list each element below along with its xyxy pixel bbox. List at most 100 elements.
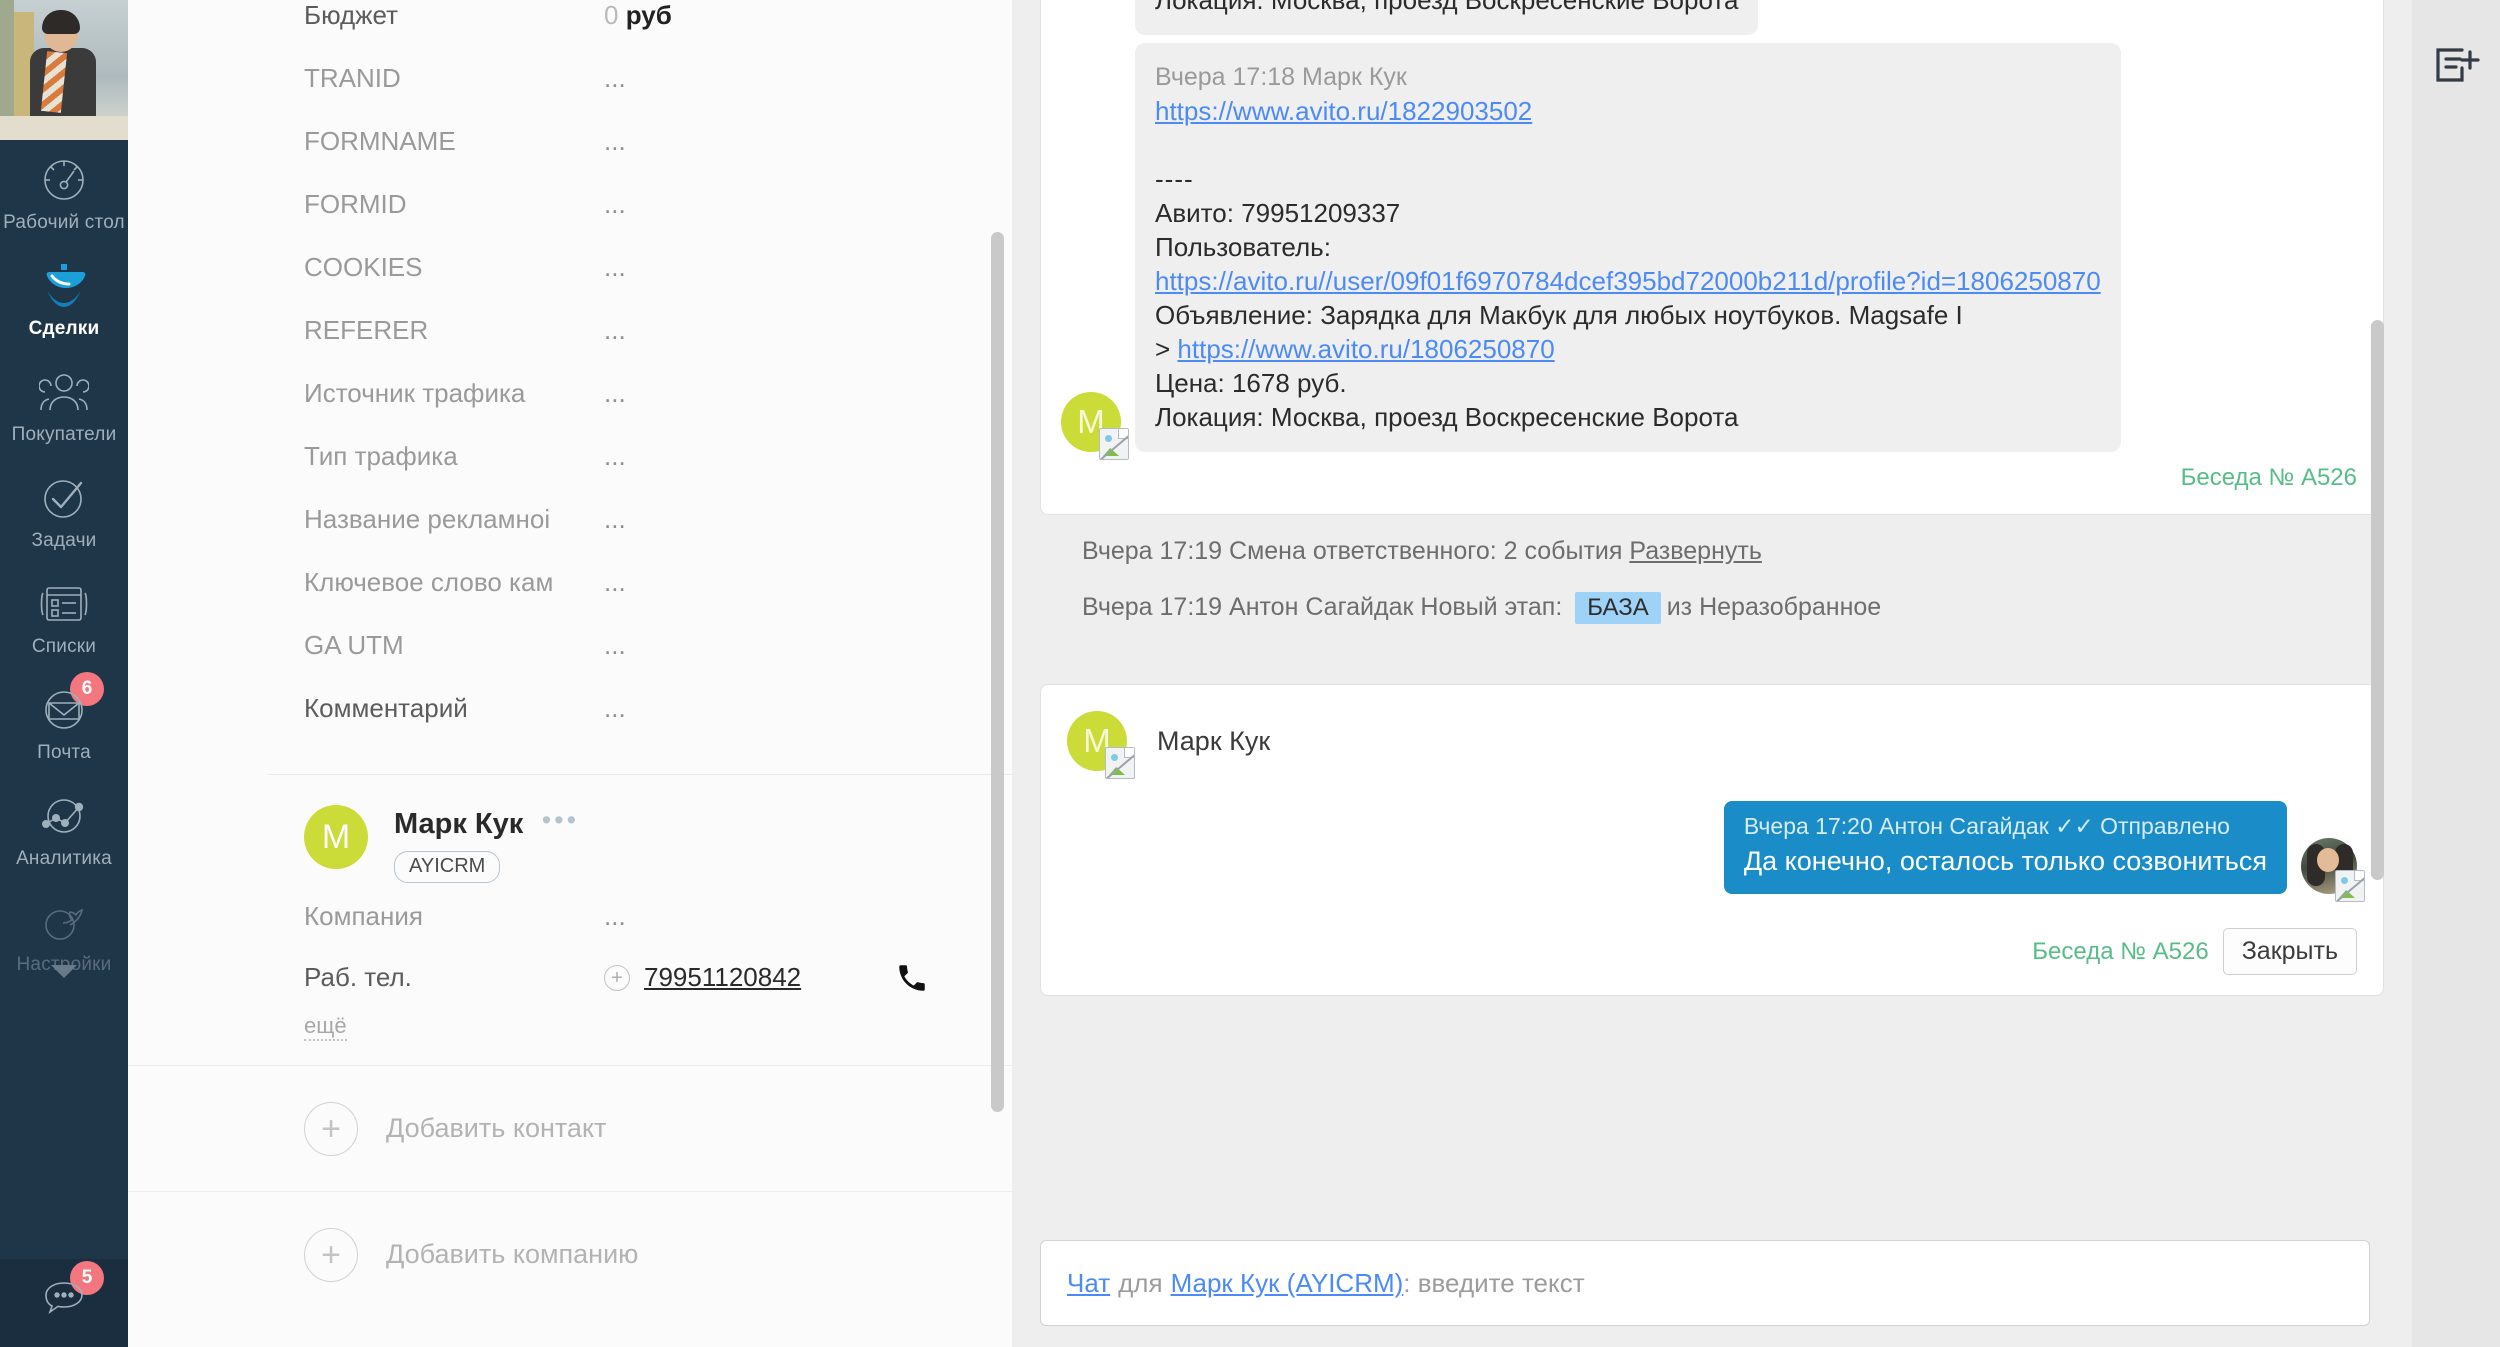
field-label: Название рекламноі [304,504,551,534]
field-value: ... [604,315,626,345]
add-company-row[interactable]: + Добавить компанию [128,1191,1012,1317]
chat-mode-link[interactable]: Чат [1067,1268,1110,1299]
add-phone-icon[interactable]: + [604,964,630,991]
field-label: Компания [304,901,423,931]
contact-menu-icon[interactable]: ••• [542,805,579,836]
deal-details-panel: Бюджет 0 руб TRANID ... FORMNAME ... FOR… [128,0,1012,1347]
show-more-link[interactable]: ещё [304,1013,347,1041]
field-label: TRANID [304,63,401,93]
field-label: Комментарий [304,693,468,723]
broken-image-icon [2335,870,2365,902]
field-row-company[interactable]: Компания ... [128,883,1012,946]
field-row-formid[interactable]: FORMID ... [128,189,1012,252]
sidebar-item-mail[interactable]: 6 Почта [0,670,128,776]
chevron-down-icon [51,965,77,978]
sidebar-item-analytics[interactable]: Аналитика [0,776,128,882]
field-row-work-phone[interactable]: Раб. тел. + 79951120842 [128,946,1012,1009]
composer-placeholder: : введите текст [1403,1267,1585,1298]
field-row-referer[interactable]: REFERER ... [128,315,1012,378]
field-row-formname[interactable]: FORMNAME ... [128,126,1012,189]
listing-link[interactable]: https://www.avito.ru/1806250870 [1177,334,1554,364]
card-footer: Беседа № A526 Закрыть [1067,928,2357,975]
field-row-campaign-keyword[interactable]: Ключевое слово кам ... [128,567,1012,630]
expand-link[interactable]: Развернуть [1629,537,1762,565]
sidebar-item-settings[interactable]: Настройки [0,882,128,988]
field-label: Ключевое слово кам [304,567,554,597]
add-note-icon[interactable] [2430,42,2482,93]
add-contact-label: Добавить контакт [386,1113,607,1143]
field-value: ... [604,126,626,156]
budget-amount: 0 [604,0,619,30]
sidebar-chat-section: 5 [0,1259,128,1347]
phone-number-link[interactable]: 79951120842 [644,962,801,993]
outgoing-message-row: Вчера 17:20 Антон Сагайдак ✓✓ Отправлено… [1067,801,2365,902]
add-contact-row[interactable]: + Добавить контакт [128,1065,1012,1191]
feed-card-stack: M Марк Кук Вчера 17:20 Антон Сагайдак ✓✓… [1040,684,2384,996]
field-row-ga-utm[interactable]: GA UTM ... [128,630,1012,693]
event-responsible-change: Вчера 17:19 Смена ответственного: 2 собы… [1082,537,2412,566]
avito-link[interactable]: https://www.avito.ru/1822903502 [1155,96,1532,126]
field-value: ... [604,504,626,534]
contact-header: M Марк Кук ••• AYICRM [128,775,1012,883]
message-location: Локация: Москва, проезд Воскресенские Во… [1155,0,1739,15]
mail-icon [36,684,92,736]
chat-composer[interactable]: Чат для Марк Кук (AYICRM) : введите текс… [1040,1240,2370,1326]
field-row-traffic-type[interactable]: Тип трафика ... [128,441,1012,504]
panel-scrollbar[interactable] [991,232,1004,1112]
field-value: ... [604,63,626,93]
message-bubble: Вчера 17:18 Марк Кук https://www.avito.r… [1135,43,2121,452]
field-value: ... [604,252,626,282]
sidebar-item-deals[interactable]: Сделки [0,246,128,352]
message-price: Цена: 1678 руб. [1155,368,1347,398]
field-value: ... [604,567,626,597]
sidebar-item-customers[interactable]: Покупатели [0,352,128,458]
event-text: Вчера 17:19 Антон Сагайдак Новый этап: [1082,593,1570,621]
field-row-campaign-name[interactable]: Название рекламноі ... [128,504,1012,567]
budget-unit: руб [625,0,672,30]
profile-link[interactable]: https://avito.ru//user/09f01f6970784dcef… [1155,266,2101,296]
sidebar-item-label: Почта [37,742,91,763]
field-value: ... [604,630,626,660]
sidebar-item-tasks[interactable]: Задачи [0,458,128,564]
quote-chevron: > [1155,334,1171,364]
conversation-label: Беседа № A526 [2180,464,2357,491]
feed-scrollbar[interactable] [2371,320,2384,880]
system-events: Вчера 17:19 Смена ответственного: 2 собы… [1012,515,2412,656]
deals-icon [36,260,92,312]
message-location: Локация: Москва, проезд Воскресенские Во… [1155,402,1739,432]
field-row-traffic-source[interactable]: Источник трафика ... [128,378,1012,441]
settings-icon [36,896,92,948]
outgoing-meta: Вчера 17:20 Антон Сагайдак ✓✓ Отправлено [1743,813,2230,839]
sidebar-item-dashboard[interactable]: Рабочий стол [0,140,128,246]
field-row-budget[interactable]: Бюджет 0 руб [128,0,1012,63]
user-photo [0,0,128,140]
close-button[interactable]: Закрыть [2222,928,2357,975]
custom-fields-list: Бюджет 0 руб TRANID ... FORMNAME ... FOR… [128,0,1012,756]
contact-name[interactable]: Марк Кук [394,808,523,841]
broken-image-icon [1099,428,1129,460]
composer-contact-link[interactable]: Марк Кук (AYICRM) [1171,1268,1404,1299]
message-separator: ---- [1155,164,1194,194]
phone-call-icon[interactable] [895,961,929,995]
sidebar-item-lists[interactable]: Списки [0,564,128,670]
field-label: Тип трафика [304,441,458,471]
composer-for-word: для [1118,1267,1163,1298]
sidebar-item-label: Сделки [28,318,100,339]
field-row-cookies[interactable]: COOKIES ... [128,252,1012,315]
contact-tag[interactable]: AYICRM [394,851,501,883]
analytics-icon [36,790,92,842]
event-text: Вчера 17:19 Смена ответственного: 2 собы… [1082,537,1630,565]
main-sidebar: Рабочий стол Сделки Покупатели Задачи Сп… [0,0,128,1347]
activity-feed: > https://www.avito.ru/1806250870 Цена: … [1012,0,2412,1347]
sidebar-item-chat[interactable]: 5 [0,1259,128,1337]
field-row-tranid[interactable]: TRANID ... [128,63,1012,126]
message-user-label: Пользователь: [1155,232,1331,262]
field-label: GA UTM [304,630,404,660]
field-label: Раб. тел. [304,962,412,992]
field-row-comment[interactable]: Комментарий ... [128,693,1012,756]
sidebar-item-label: Задачи [31,530,97,551]
event-text-after: из Неразобранное [1666,593,1882,621]
event-stage-change: Вчера 17:19 Антон Сагайдак Новый этап: Б… [1082,592,2412,624]
field-value: ... [604,378,626,408]
outgoing-text: Да конечно, осталось только созвониться [1743,846,2267,876]
